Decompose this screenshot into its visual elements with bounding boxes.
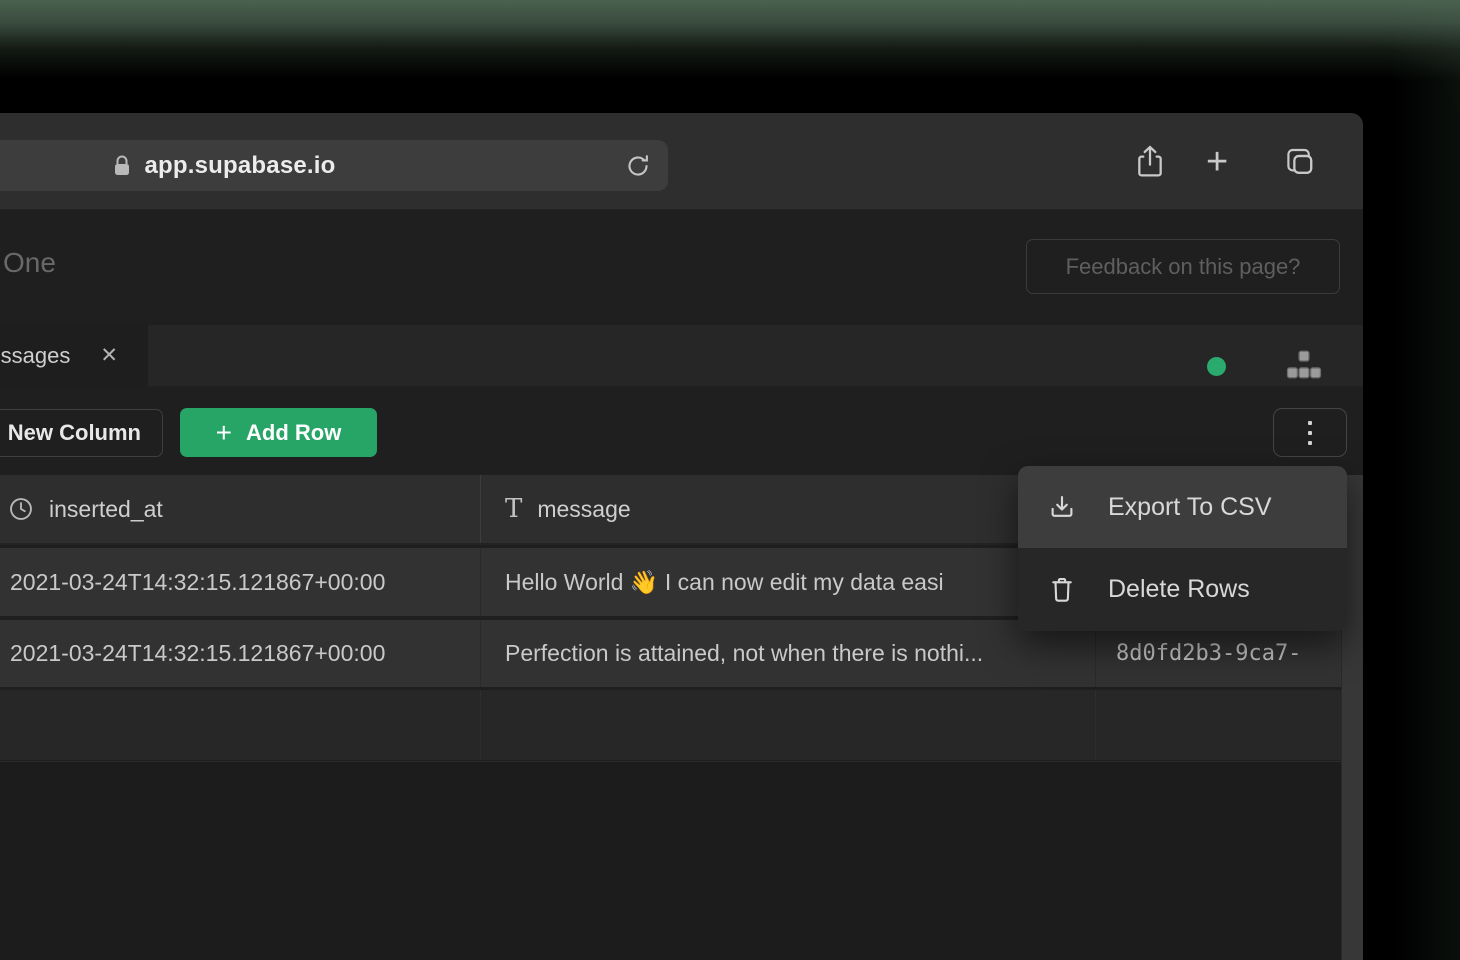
project-title: One <box>3 247 56 279</box>
background-right-glow <box>1390 0 1460 960</box>
editor-tab-bar: messages ✕ <box>0 325 1363 386</box>
table-options-kebab-button[interactable] <box>1273 408 1347 457</box>
cell-message[interactable]: Perfection is attained, not when there i… <box>480 620 1095 687</box>
menu-item-export-to-csv[interactable]: Export To CSV <box>1018 466 1347 548</box>
kebab-dot <box>1308 441 1312 445</box>
cell-inserted-at[interactable]: 2021-03-24T14:32:15.121867+00:00 <box>0 548 480 616</box>
add-row-button[interactable]: + Add Row <box>180 408 377 457</box>
new-column-button[interactable]: + New Column <box>0 409 163 457</box>
schema-diagram-icon[interactable] <box>1286 349 1322 383</box>
row-actions-context-menu: Export To CSV Delete Rows <box>1018 466 1347 631</box>
empty-row[interactable] <box>0 690 1341 760</box>
tab-messages[interactable]: messages ✕ <box>0 325 148 386</box>
feedback-button[interactable]: Feedback on this page? <box>1026 239 1340 294</box>
url-text: app.supabase.io <box>144 152 335 180</box>
trash-icon <box>1047 575 1077 605</box>
tab-label: messages <box>0 343 70 369</box>
tabs-overview-icon[interactable] <box>1280 113 1316 210</box>
grid-background <box>0 761 1341 960</box>
kebab-dot <box>1308 431 1312 435</box>
column-header-inserted-at[interactable]: inserted_at <box>0 475 480 543</box>
address-bar[interactable]: app.supabase.io <box>0 140 668 191</box>
column-header-message[interactable]: T message <box>480 475 1095 543</box>
download-icon <box>1047 492 1077 522</box>
cell-inserted-at[interactable]: 2021-03-24T14:32:15.121867+00:00 <box>0 620 480 687</box>
close-tab-icon[interactable]: ✕ <box>100 343 118 368</box>
browser-toolbar: app.supabase.io + <box>0 113 1363 210</box>
plus-icon: + <box>216 419 232 447</box>
kebab-dot <box>1308 421 1312 425</box>
share-icon[interactable] <box>1134 113 1166 210</box>
clock-icon <box>8 496 34 522</box>
menu-item-delete-rows[interactable]: Delete Rows <box>1018 548 1347 631</box>
lock-icon <box>112 154 132 178</box>
new-tab-icon[interactable]: + <box>1206 113 1228 210</box>
empty-cell <box>480 690 1095 760</box>
empty-cell <box>0 690 480 760</box>
browser-window: app.supabase.io + One <box>0 113 1363 960</box>
background-green-glow <box>0 0 1460 80</box>
text-type-icon: T <box>505 494 522 524</box>
empty-cell <box>1095 690 1341 760</box>
reload-icon[interactable] <box>624 152 652 180</box>
connection-status-dot <box>1207 357 1226 376</box>
cell-message[interactable]: Hello World 👋 I can now edit my data eas… <box>480 548 1095 616</box>
